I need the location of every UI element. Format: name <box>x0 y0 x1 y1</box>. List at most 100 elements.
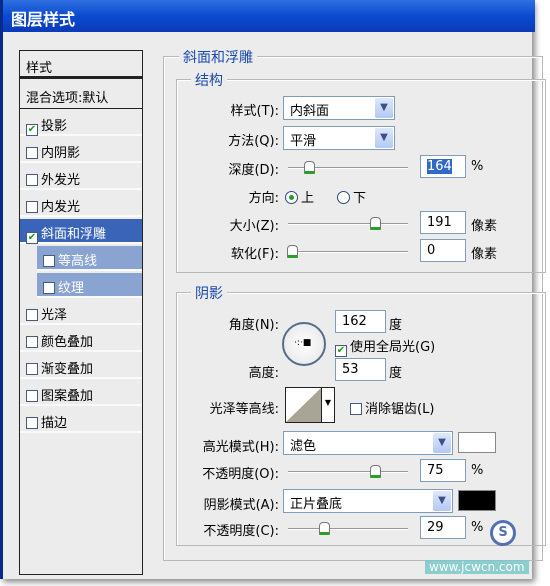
soften-label: 软化(F): <box>230 247 279 262</box>
caret-down-icon[interactable]: ▼ <box>321 388 334 422</box>
angle-label: 角度(N): <box>228 318 279 333</box>
shadow-mode-label: 阴影模式(A): <box>203 498 279 513</box>
size-input[interactable]: 191 <box>420 211 466 234</box>
checkbox-icon[interactable] <box>26 336 38 348</box>
checkmark-icon[interactable]: ✔ <box>26 232 38 244</box>
checkbox-icon[interactable] <box>26 309 38 321</box>
window-title: 图层样式 <box>3 0 535 32</box>
shadow-mode-value: 正片叠底 <box>290 497 343 512</box>
style-item[interactable]: 外发光 <box>20 165 142 190</box>
radio-icon <box>285 191 298 204</box>
checkbox-icon[interactable] <box>26 390 38 402</box>
style-item[interactable]: 图案叠加 <box>20 381 142 406</box>
checkbox-icon[interactable] <box>26 201 38 213</box>
style-item[interactable]: 内发光 <box>20 192 142 217</box>
shadow-opacity-label: 不透明度(C): <box>203 524 279 539</box>
style-item[interactable]: 颜色叠加 <box>20 327 142 352</box>
highlight-color-swatch[interactable] <box>458 432 496 453</box>
style-item-label: 图案叠加 <box>41 389 94 404</box>
altitude-input[interactable]: 53 <box>335 358 386 381</box>
checkmark-icon[interactable]: ✔ <box>26 124 38 136</box>
anti-aliased-label: 消除锯齿(L) <box>365 402 435 417</box>
shadow-opacity-input[interactable]: 29 <box>420 516 466 539</box>
altitude-label: 高度: <box>248 366 279 381</box>
direction-up-radio[interactable]: 上 <box>285 187 314 206</box>
crosshair-icon: ·:·■ <box>294 338 312 348</box>
highlight-mode-value: 滤色 <box>290 439 317 454</box>
style-item[interactable]: 描边 <box>20 408 142 433</box>
slider-thumb[interactable] <box>318 522 330 535</box>
highlight-opacity-input[interactable]: 75 <box>420 459 466 482</box>
chevron-down-icon: ▼ <box>433 433 451 453</box>
chevron-down-icon: ▼ <box>375 128 393 148</box>
size-slider[interactable] <box>288 217 408 230</box>
angle-input[interactable]: 162 <box>335 310 386 333</box>
highlight-opacity-label: 不透明度(O): <box>202 467 279 482</box>
highlight-mode-dropdown[interactable]: 滤色 ▼ <box>283 431 453 455</box>
angle-unit: 度 <box>389 318 403 333</box>
slider-thumb[interactable] <box>369 465 381 478</box>
contour-linear-icon <box>286 388 321 422</box>
angle-dial[interactable]: ·:·■ <box>282 322 326 366</box>
style-item-label: 纹理 <box>58 281 85 296</box>
style-item-label: 投影 <box>41 119 68 134</box>
direction-down-radio[interactable]: 下 <box>337 187 366 206</box>
styles-header[interactable]: 样式 <box>20 51 142 79</box>
watermark-logo: S <box>490 520 516 546</box>
style-item-label: 内阴影 <box>41 146 81 161</box>
shadow-opacity-slider[interactable] <box>288 522 408 535</box>
global-light-checkbox[interactable]: ✔ 使用全局光(G) <box>335 336 435 357</box>
shadow-color-swatch[interactable] <box>458 490 496 511</box>
depth-input[interactable]: 164 <box>420 155 466 178</box>
method-label: 方法(Q): <box>228 134 279 149</box>
style-item-label: 斜面和浮雕 <box>41 227 107 242</box>
radio-label: 上 <box>301 191 315 206</box>
style-item[interactable]: 内阴影 <box>20 138 142 163</box>
depth-slider[interactable] <box>288 161 408 174</box>
slider-thumb[interactable] <box>287 245 298 258</box>
depth-label: 深度(D): <box>228 163 279 178</box>
style-dropdown[interactable]: 内斜面 ▼ <box>283 96 395 120</box>
checkbox-icon[interactable] <box>43 282 55 294</box>
blending-options[interactable]: 混合选项:默认 <box>20 81 142 109</box>
soften-slider[interactable] <box>287 245 408 258</box>
style-item[interactable]: ✔ 斜面和浮雕 <box>20 219 142 244</box>
style-item-label: 外发光 <box>41 173 81 188</box>
structure-title: 结构 <box>191 70 227 90</box>
soften-input[interactable]: 0 <box>420 239 466 262</box>
checkbox-icon[interactable] <box>26 147 38 159</box>
radio-label: 下 <box>353 191 367 206</box>
checkbox-icon[interactable] <box>26 174 38 186</box>
style-item[interactable]: 渐变叠加 <box>20 354 142 379</box>
altitude-unit: 度 <box>389 366 403 381</box>
shadow-opacity-unit: % <box>471 520 484 535</box>
direction-label: 方向: <box>248 191 279 206</box>
style-item-label: 描边 <box>41 416 68 431</box>
style-item[interactable]: 等高线 <box>37 246 142 271</box>
bevel-emboss-title: 斜面和浮雕 <box>179 47 257 67</box>
slider-thumb[interactable] <box>369 217 381 230</box>
method-value: 平滑 <box>290 134 317 149</box>
style-label: 样式(T): <box>230 104 279 119</box>
shadow-mode-dropdown[interactable]: 正片叠底 ▼ <box>283 489 453 513</box>
highlight-opacity-slider[interactable] <box>288 465 408 478</box>
gloss-contour-picker[interactable]: ▼ <box>285 387 335 423</box>
style-value: 内斜面 <box>290 104 330 119</box>
style-item[interactable]: 光泽 <box>20 300 142 325</box>
checkmark-icon: ✔ <box>335 345 347 357</box>
style-item[interactable]: ✔ 投影 <box>20 111 142 136</box>
highlight-mode-label: 高光模式(H): <box>202 440 279 455</box>
checkbox-icon[interactable] <box>43 255 55 267</box>
depth-unit: % <box>471 159 484 174</box>
anti-aliased-checkbox[interactable]: 消除锯齿(L) <box>350 398 434 417</box>
checkbox-icon[interactable] <box>26 363 38 375</box>
depth-value: 164 <box>427 159 452 174</box>
slider-thumb[interactable] <box>303 161 315 174</box>
style-item[interactable]: 纹理 <box>37 273 142 298</box>
watermark-url: www.jcwcn.com <box>425 560 529 574</box>
method-dropdown[interactable]: 平滑 ▼ <box>283 126 395 150</box>
style-item-label: 光泽 <box>41 308 68 323</box>
radio-icon <box>337 191 350 204</box>
checkbox-icon[interactable] <box>26 417 38 429</box>
checkbox-icon <box>350 403 362 415</box>
